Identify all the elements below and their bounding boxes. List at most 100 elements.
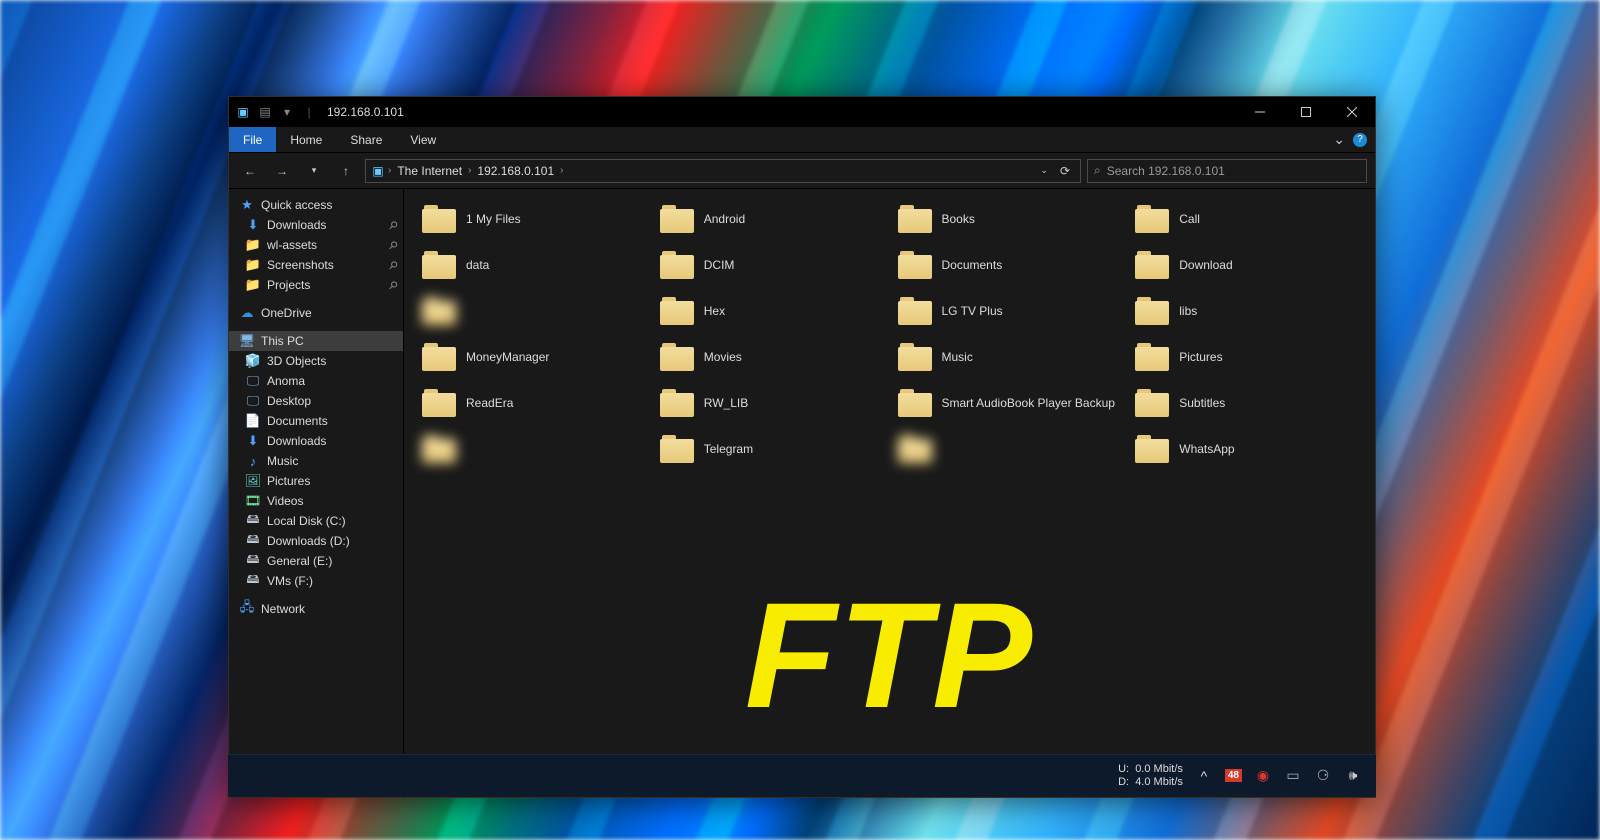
folder-label: Download <box>1179 258 1232 272</box>
folder-item[interactable]: Call <box>1131 199 1361 239</box>
tray-chevron-icon[interactable]: ^ <box>1195 767 1213 785</box>
folder-item[interactable]: Movies <box>656 337 886 377</box>
folder-item[interactable]: libs <box>1131 291 1361 331</box>
nav-history-button[interactable]: ▾ <box>301 158 327 184</box>
ribbon-expand-icon[interactable]: ⌄ <box>1333 131 1345 148</box>
folder-item[interactable]: MoneyManager <box>418 337 648 377</box>
nav-pc-item[interactable]: 🖵Desktop <box>229 391 403 411</box>
folder-label: Books <box>942 212 975 226</box>
nav-pc-item[interactable]: ⬇Downloads <box>229 431 403 451</box>
tray-badge[interactable]: 48 <box>1225 769 1242 782</box>
folder-item[interactable]: Telegram <box>656 429 886 469</box>
nav-this-pc[interactable]: 🖥This PC <box>229 331 403 351</box>
dropdown-icon[interactable]: ⌄ <box>1040 165 1048 176</box>
nav-label: Anoma <box>267 374 305 388</box>
folder-item[interactable] <box>418 429 648 469</box>
folder-item[interactable]: Books <box>894 199 1124 239</box>
folder-item[interactable]: Subtitles <box>1131 383 1361 423</box>
folder-label: Hex <box>704 304 725 318</box>
nav-pc-item[interactable]: ♪Music <box>229 451 403 471</box>
maximize-button[interactable] <box>1283 97 1329 127</box>
content-pane[interactable]: 1 My FilesAndroid Books Call dataDCIMDocume… <box>404 189 1375 797</box>
chevron-icon[interactable]: › <box>468 165 471 176</box>
nav-label: VMs (F:) <box>267 574 313 588</box>
nav-onedrive[interactable]: ☁OneDrive <box>229 303 403 323</box>
nav-label: Videos <box>267 494 303 508</box>
nav-qa-item[interactable]: 📁wl-assets⚲ <box>229 235 403 255</box>
help-icon[interactable]: ? <box>1353 133 1367 147</box>
chevron-icon[interactable]: › <box>388 165 391 176</box>
chevron-icon[interactable]: › <box>560 165 563 176</box>
close-button[interactable] <box>1329 97 1375 127</box>
nav-forward-button[interactable]: → <box>269 158 295 184</box>
nav-qa-item[interactable]: 📁Projects⚲ <box>229 275 403 295</box>
doc-icon: 📄 <box>245 413 261 429</box>
folder-item[interactable]: Documents <box>894 245 1124 285</box>
nav-pc-item[interactable]: 🖼Pictures <box>229 471 403 491</box>
video-icon: 🎞 <box>245 493 261 509</box>
nav-pc-item[interactable]: 🖴VMs (F:) <box>229 571 403 591</box>
nav-label: Local Disk (C:) <box>267 514 346 528</box>
tab-file[interactable]: File <box>229 127 276 152</box>
folder-item[interactable]: WhatsApp <box>1131 429 1361 469</box>
taskbar[interactable]: U: 0.0 Mbit/s D: 4.0 Mbit/s ^ 48 ◉ ▭ ⚆ 🕪 <box>228 754 1376 796</box>
breadcrumb-bar[interactable]: ▣ › The Internet › 192.168.0.101 › ⌄ ⟳ <box>365 159 1081 183</box>
folder-item[interactable]: Download <box>1131 245 1361 285</box>
tray-cast-icon[interactable]: ▭ <box>1284 767 1302 785</box>
disk-icon: 🖴 <box>245 513 261 529</box>
folder-label: ReadEra <box>466 396 513 410</box>
folder-icon <box>898 205 932 233</box>
folder-icon <box>898 343 932 371</box>
minimize-button[interactable] <box>1237 97 1283 127</box>
window-title: 192.168.0.101 <box>327 105 404 119</box>
folder-item[interactable]: DCIM <box>656 245 886 285</box>
tab-home[interactable]: Home <box>276 127 336 152</box>
crumb-ip[interactable]: 192.168.0.101 <box>473 164 558 178</box>
desktop-icon: 🖵 <box>245 393 261 409</box>
tab-share[interactable]: Share <box>336 127 396 152</box>
nav-pc-item[interactable]: 📄Documents <box>229 411 403 431</box>
folder-item[interactable]: LG TV Plus <box>894 291 1124 331</box>
nav-qa-item[interactable]: 📁Screenshots⚲ <box>229 255 403 275</box>
nav-pc-item[interactable]: 🎞 Videos <box>229 491 403 511</box>
crumb-root[interactable]: The Internet <box>393 164 466 178</box>
folder-item[interactable]: data <box>418 245 648 285</box>
nav-back-button[interactable]: ← <box>237 158 263 184</box>
qa-save-icon[interactable]: ▤ <box>257 104 273 120</box>
nav-network[interactable]: 🖧Network <box>229 599 403 619</box>
folder-item[interactable]: Pictures <box>1131 337 1361 377</box>
nav-pc-item[interactable]: 🧊3D Objects <box>229 351 403 371</box>
folder-item[interactable] <box>894 429 1124 469</box>
folder-item[interactable]: Hex <box>656 291 886 331</box>
tab-view[interactable]: View <box>396 127 450 152</box>
folder-item[interactable]: ReadEra <box>418 383 648 423</box>
nav-pc-item[interactable]: 🖴Downloads (D:) <box>229 531 403 551</box>
folder-item[interactable]: 1 My Files <box>418 199 648 239</box>
folder-item[interactable]: Smart AudioBook Player Backup <box>894 383 1124 423</box>
pin-icon: ⚲ <box>386 278 401 293</box>
qa-props-icon[interactable]: ▾ <box>279 104 295 120</box>
nav-pc-item[interactable]: 🖴General (E:) <box>229 551 403 571</box>
folder-item[interactable]: RW_LIB <box>656 383 886 423</box>
nav-pc-item[interactable]: 🖵Anoma <box>229 371 403 391</box>
folder-item[interactable]: Music <box>894 337 1124 377</box>
titlebar[interactable]: ▣ ▤ ▾ | 192.168.0.101 <box>229 97 1375 127</box>
folder-label: Smart AudioBook Player Backup <box>942 396 1115 410</box>
nav-up-button[interactable]: ↑ <box>333 158 359 184</box>
star-icon: ★ <box>239 197 255 213</box>
nav-pc-item[interactable]: 🖴 Local Disk (C:) <box>229 511 403 531</box>
tray-app-icon[interactable]: ◉ <box>1254 767 1272 785</box>
nav-qa-item[interactable]: ⬇Downloads⚲ <box>229 215 403 235</box>
download-icon: ⬇ <box>245 217 261 233</box>
refresh-icon[interactable]: ⟳ <box>1060 164 1070 178</box>
search-input[interactable]: ⌕ Search 192.168.0.101 <box>1087 159 1367 183</box>
tray-volume-icon[interactable]: 🕪 <box>1344 767 1362 785</box>
address-bar: ← → ▾ ↑ ▣ › The Internet › 192.168.0.101… <box>229 153 1375 189</box>
tray-wifi-icon[interactable]: ⚆ <box>1314 767 1332 785</box>
folder-item[interactable]: Android <box>656 199 886 239</box>
nav-pane[interactable]: ★Quick access ⬇Downloads⚲📁wl-assets⚲📁Scr… <box>229 189 404 797</box>
folder-item[interactable] <box>418 291 648 331</box>
cloud-icon: ☁ <box>239 305 255 321</box>
folder-icon <box>1135 297 1169 325</box>
nav-quick-access[interactable]: ★Quick access <box>229 195 403 215</box>
